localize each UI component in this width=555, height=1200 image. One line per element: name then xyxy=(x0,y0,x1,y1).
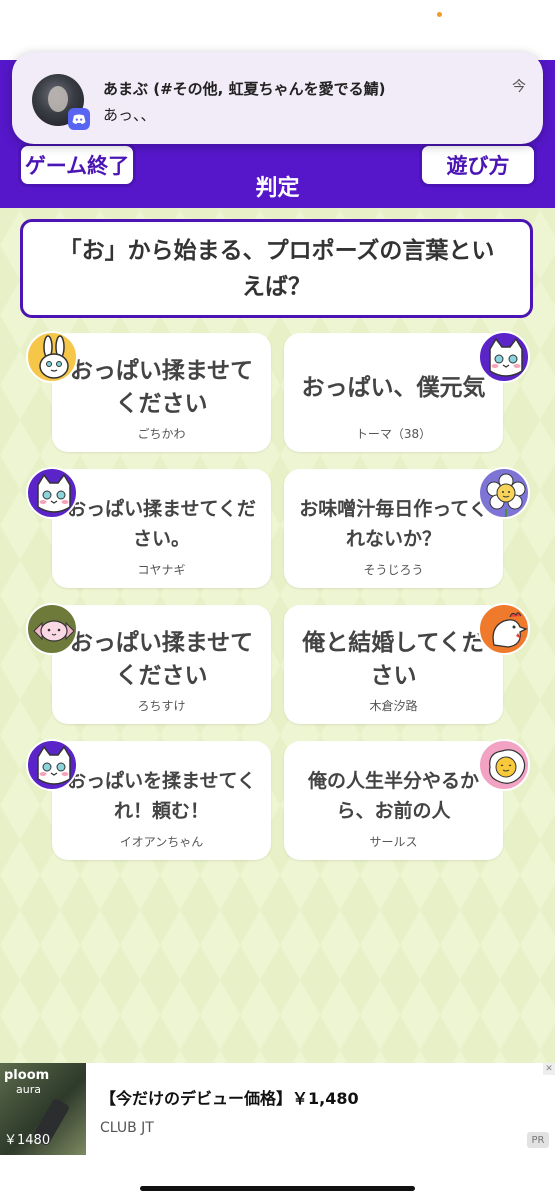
bottom-safe-area xyxy=(0,1155,555,1200)
answer-card[interactable]: おっぱいを揉ませてくれ！頼む！ イオアンちゃん xyxy=(52,741,271,860)
question-box: 「お」から始まる、プロポーズの言葉といえば？ xyxy=(20,219,533,318)
home-indicator[interactable] xyxy=(140,1186,415,1191)
ad-image: ploom aura ￥1480 xyxy=(0,1063,86,1155)
discord-icon xyxy=(68,108,90,130)
answer-author: 木倉汐路 xyxy=(369,699,418,713)
answer-card[interactable]: 俺の人生半分やるから、お前の人 サールス xyxy=(284,741,503,860)
answer-text: おっぱいを揉ませてくれ！頼む！ xyxy=(67,770,256,822)
answer-card[interactable]: おっぱい揉ませてください ろちすけ xyxy=(52,605,271,724)
answer-author: コヤナギ xyxy=(137,563,186,577)
cat-icon xyxy=(478,331,530,383)
answer-author: ろちすけ xyxy=(137,699,186,713)
egg-icon xyxy=(478,739,530,791)
answer-author: サールス xyxy=(369,835,418,849)
answer-text: 俺の人生半分やるから、お前の人 xyxy=(307,770,479,822)
answer-author: トーマ（38） xyxy=(355,427,432,441)
answer-text: おっぱい揉ませてください xyxy=(69,358,254,417)
answer-author: そうじろう xyxy=(363,563,424,577)
ad-image-brand-sub: aura xyxy=(16,1083,41,1096)
notification-time: 今 xyxy=(512,79,526,95)
answer-card[interactable]: おっぱい、僕元気 トーマ（38） xyxy=(284,333,503,452)
answer-text: 俺と結婚してください xyxy=(302,630,485,689)
cat-icon xyxy=(26,467,78,519)
answer-text: おっぱい揉ませてください。 xyxy=(67,498,256,550)
ad-title: 【今だけのデビュー価格】￥1,480 xyxy=(100,1089,359,1108)
status-bar xyxy=(0,0,555,60)
answer-card[interactable]: おっぱい揉ませてください。 コヤナギ xyxy=(52,469,271,588)
ad-pr-badge: PR xyxy=(527,1132,549,1148)
notification-title: あまぶ (#その他, 虹夏ちゃんを愛でる鯖) xyxy=(103,80,386,98)
judge-label: 判定 xyxy=(255,176,300,201)
answer-card[interactable]: お味噌汁毎日作ってくれないか？ そうじろう xyxy=(284,469,503,588)
privacy-indicator-dot xyxy=(437,12,442,17)
ad-close-icon[interactable]: ✕ xyxy=(543,1063,555,1075)
answer-text: おっぱい揉ませてください xyxy=(69,630,254,689)
answer-text: お味噌汁毎日作ってくれないか？ xyxy=(299,498,488,550)
ad-banner[interactable]: ploom aura ￥1480 【今だけのデビュー価格】￥1,480 CLUB… xyxy=(0,1063,555,1155)
flower-icon xyxy=(478,467,530,519)
question-text: 「お」から始まる、プロポーズの言葉といえば？ xyxy=(58,237,495,300)
ad-image-price: ￥1480 xyxy=(4,1133,51,1148)
ad-advertiser: CLUB JT xyxy=(100,1120,154,1136)
answer-text: おっぱい、僕元気 xyxy=(301,374,486,401)
answer-author: ごちかわ xyxy=(137,427,186,441)
candy-icon xyxy=(26,603,78,655)
answer-author: イオアンちゃん xyxy=(119,835,204,849)
cat-icon xyxy=(26,739,78,791)
bird-icon xyxy=(478,603,530,655)
answer-card[interactable]: 俺と結婚してください 木倉汐路 xyxy=(284,605,503,724)
answer-card[interactable]: おっぱい揉ませてください ごちかわ xyxy=(52,333,271,452)
notification-body: あっ、、 xyxy=(103,106,156,124)
ad-image-brand: ploom xyxy=(4,1068,50,1083)
rabbit-icon xyxy=(26,331,78,383)
discord-notification[interactable]: あまぶ (#その他, 虹夏ちゃんを愛でる鯖) あっ、、 今 xyxy=(12,52,543,144)
